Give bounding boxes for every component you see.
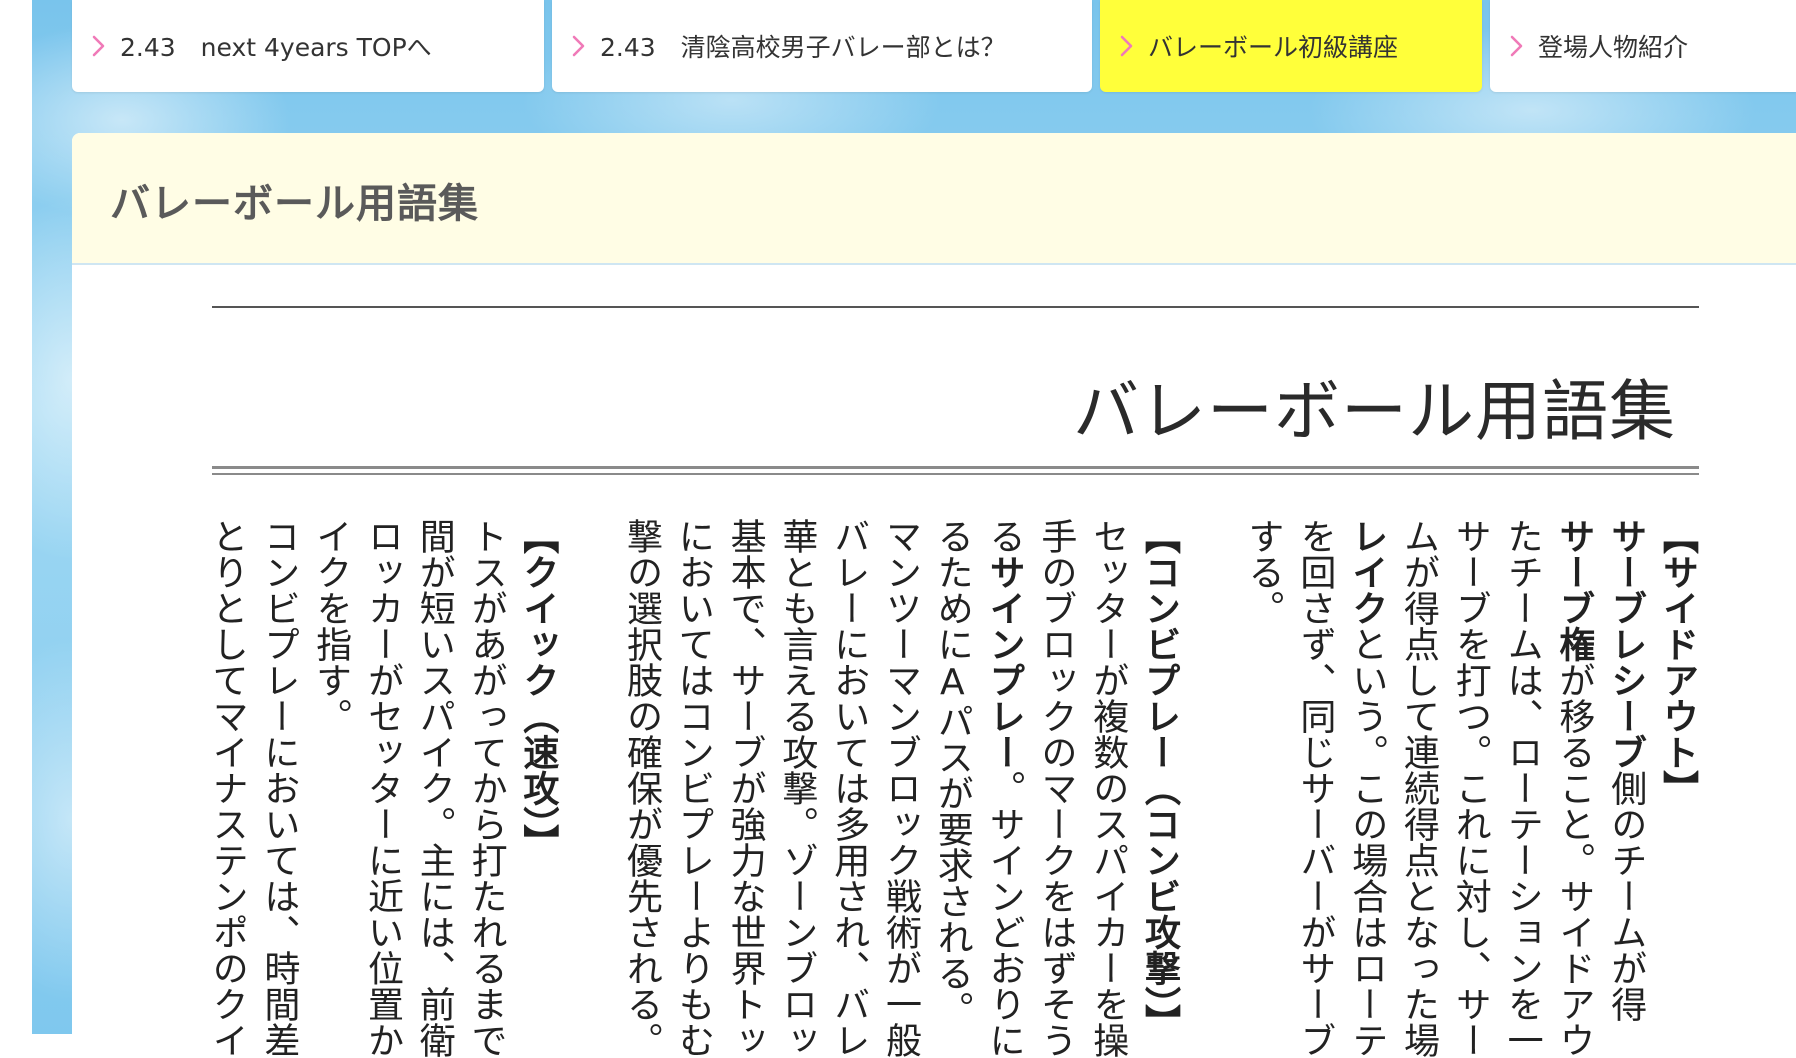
tab-seiin-volleyball-club[interactable]: 2.43 清陰高校男子バレー部とは？ — [552, 0, 1092, 92]
page-title-bar: バレーボール用語集 — [72, 133, 1796, 265]
glossary-term: サーブレシーブ — [1605, 518, 1647, 770]
article-text-column — [1186, 518, 1236, 1058]
tab-label: 2.43 清陰高校男子バレー部とは？ — [600, 33, 1006, 62]
glossary-text: 手のブロックのマークをはずそうと — [1035, 518, 1077, 1058]
article-text-column: においてはコンビプレーよりもむし — [668, 518, 718, 1058]
chevron-right-icon — [1120, 35, 1133, 57]
article-text-column: する。 — [1238, 518, 1288, 1058]
article-text-column: レイクという。この場合はローテ — [1341, 518, 1391, 1058]
glossary-text: バレーにおいては多用され、バレー — [828, 518, 870, 1058]
glossary-term: レイク — [1346, 518, 1388, 626]
tab-next-4years-top[interactable]: 2.43 next 4years TOPへ — [72, 0, 544, 92]
tab-label: 登場人物紹介 — [1538, 33, 1689, 62]
chevron-right-icon — [92, 35, 105, 57]
glossary-text: 。サインどおりに — [983, 770, 1025, 1058]
glossary-text: が移ること。サイドアウ — [1553, 662, 1595, 1058]
article-text-column: るためにAパスが要求される。 — [927, 518, 977, 1058]
article-heading: バレーボール用語集 — [1073, 373, 1676, 450]
article-text-column: を回さず、同じサーバーがサーブ — [1289, 518, 1339, 1058]
article-text-column: るサインプレー。サインどおりに — [979, 518, 1029, 1058]
tab-characters[interactable]: 登場人物紹介 — [1490, 0, 1796, 92]
glossary-term: 【サイドアウト】 — [1657, 518, 1698, 806]
glossary-term: サインプレー — [983, 554, 1025, 770]
tab-label: 2.43 next 4years TOPへ — [120, 33, 432, 62]
article-text-column: ムが得点して連続得点となった場 — [1393, 518, 1443, 1058]
tab-volleyball-beginner-course[interactable]: バレーボール初級講座 — [1100, 0, 1482, 92]
glossary-text: という。この場合はローテ — [1346, 626, 1388, 1058]
article-text-column: サーブを打つ。これに対し、サーブ — [1445, 518, 1495, 1058]
article-text-column: 【コンビプレー（コンビ攻撃）】 — [1134, 518, 1184, 1058]
page-title: バレーボール用語集 — [110, 181, 479, 227]
article-text-column: とりとしてマイナステンポのクイッ — [202, 518, 252, 1058]
article-text-column: ロッカーがセッターに近い位置から — [357, 518, 407, 1058]
glossary-text: とりとしてマイナステンポのクイッ — [206, 518, 248, 1058]
glossary-text: する。 — [1242, 518, 1284, 626]
glossary-text: においてはコンビプレーよりもむし — [672, 518, 714, 1058]
glossary-term: サーブ権 — [1553, 518, 1595, 662]
glossary-text: ムが得点して連続得点となった場 — [1398, 518, 1439, 1058]
article-text-column: イクを指す。 — [305, 518, 355, 1058]
glossary-term: 【クイック（速攻）】 — [517, 518, 559, 860]
glossary-text: ロッカーがセッターに近い位置から — [362, 518, 403, 1058]
glossary-text: を回さず、同じサーバーがサーブ — [1294, 518, 1336, 1058]
glossary-text: 側のチームが得 — [1605, 770, 1647, 1022]
glossary-text: トスがあがってから打たれるまでの — [465, 518, 507, 1058]
article-top-rule — [212, 306, 1699, 308]
article-text-column: 撃の選択肢の確保が優先される。 — [616, 518, 666, 1058]
article-text-column: コンビプレーにおいては、時間差攻 — [253, 518, 303, 1058]
glossary-text: 華とも言える攻撃。ゾーンブロック — [776, 518, 818, 1058]
article-text-column: たチームは、ローテーションを一つ — [1497, 518, 1547, 1058]
glossary-text: る — [983, 518, 1025, 554]
glossary-text: セッターが複数のスパイカーを操 — [1087, 518, 1129, 1058]
glossary-text: サーブを打つ。これに対し、サーブ — [1449, 518, 1491, 1058]
article-text-column: サーブレシーブ側のチームが得 — [1600, 518, 1650, 1058]
chevron-right-icon — [1510, 35, 1523, 57]
article-text-column: 華とも言える攻撃。ゾーンブロック — [771, 518, 821, 1058]
article-text-column: 基本で、サーブが強力な世界トッ — [720, 518, 770, 1058]
glossary-text: 間が短いスパイク。主には、前衛の — [413, 518, 455, 1058]
glossary-text: 撃の選択肢の確保が優先される。 — [621, 518, 662, 1058]
glossary-text: 基本で、サーブが強力な世界トッ — [724, 518, 766, 1058]
glossary-text: たチームは、ローテーションを一つ — [1501, 518, 1543, 1058]
glossary-text: マンツーマンブロック戦術が一般的 — [880, 518, 921, 1058]
article-text-column: 【クイック（速攻）】 — [512, 518, 562, 1058]
tab-label: バレーボール初級講座 — [1148, 33, 1399, 62]
article-text-column: 間が短いスパイク。主には、前衛の — [409, 518, 459, 1058]
article-text-column: サーブ権が移ること。サイドアウ — [1548, 518, 1598, 1058]
glossary-text: るためにAパスが要求される。 — [931, 518, 973, 1027]
article-double-rule — [212, 466, 1699, 475]
glossary-text: イクを指す。 — [310, 518, 352, 734]
glossary-text: コンビプレーにおいては、時間差攻 — [258, 518, 300, 1058]
article-text-column: 手のブロックのマークをはずそうと — [1030, 518, 1080, 1058]
chevron-right-icon — [572, 35, 585, 57]
article-text-column: セッターが複数のスパイカーを操 — [1082, 518, 1132, 1058]
article-text-column: マンツーマンブロック戦術が一般的 — [875, 518, 925, 1058]
article-text-column: バレーにおいては多用され、バレー — [823, 518, 873, 1058]
glossary-term: 【コンビプレー（コンビ攻撃）】 — [1139, 518, 1180, 1040]
article-text-column — [564, 518, 614, 1058]
article-text-column: トスがあがってから打たれるまでの — [461, 518, 511, 1058]
article-text-column: 【サイドアウト】 — [1652, 518, 1702, 1058]
